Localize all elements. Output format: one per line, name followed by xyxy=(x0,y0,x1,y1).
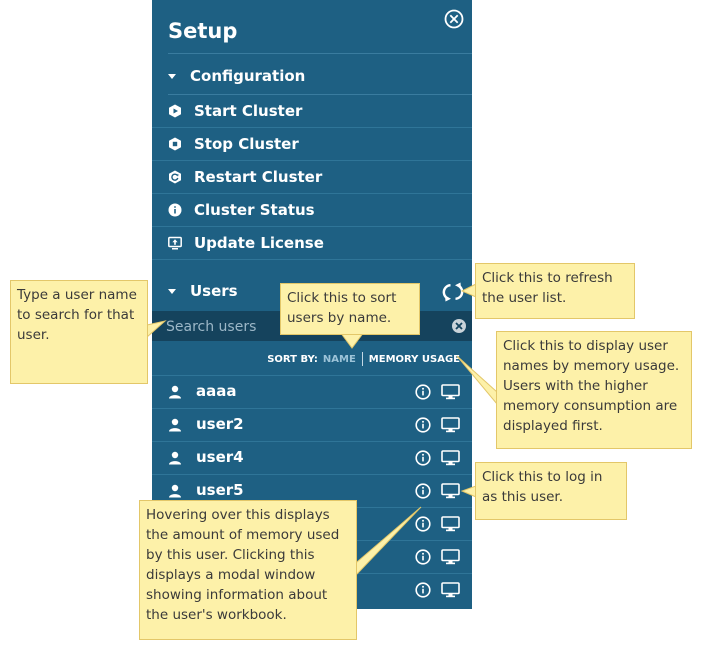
search-callout-pointer xyxy=(146,320,167,339)
sort-name-callout: Click this to sort users by name. xyxy=(280,283,420,335)
login-callout-pointer xyxy=(460,485,477,498)
refresh-callout: Click this to refresh the user list. xyxy=(475,263,635,319)
login-callout: Click this to log in as this user. xyxy=(475,462,627,520)
refresh-callout-pointer xyxy=(460,283,477,298)
memory-callout-pointer xyxy=(456,355,498,406)
memory-info-callout: Hovering over this displays the amount o… xyxy=(139,500,357,640)
search-callout: Type a user name to search for that user… xyxy=(10,280,148,384)
memory-usage-callout: Click this to display user names by memo… xyxy=(496,331,692,449)
